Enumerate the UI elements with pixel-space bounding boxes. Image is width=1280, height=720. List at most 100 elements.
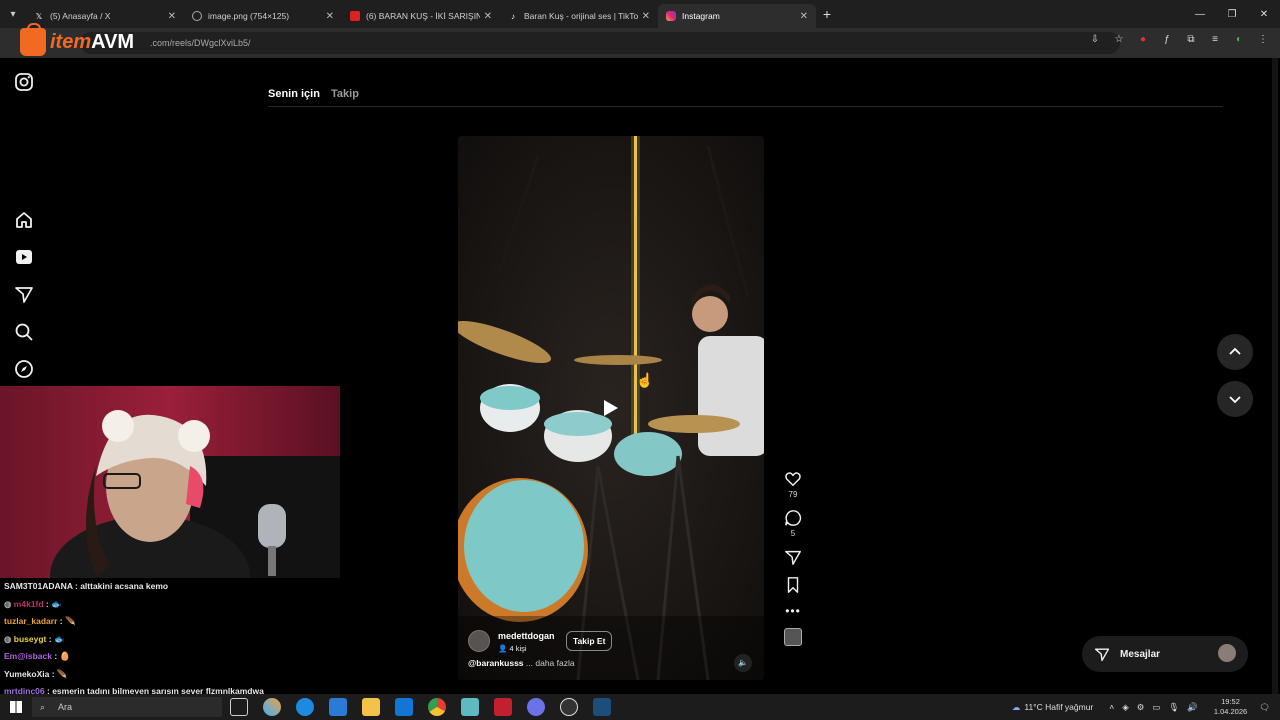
notification-icon[interactable]: 🗨: [1259, 702, 1270, 713]
reel-author-avatar[interactable]: [468, 630, 490, 652]
tab-search-icon[interactable]: ▾: [0, 0, 26, 28]
close-tab-icon[interactable]: ✕: [800, 11, 808, 22]
file-explorer-icon[interactable]: [362, 698, 380, 716]
tray-icon[interactable]: ◈: [1122, 702, 1129, 713]
heart-icon[interactable]: [784, 470, 802, 488]
video-editor-icon[interactable]: [494, 698, 512, 716]
comment-icon[interactable]: [784, 509, 802, 527]
tray-chevron-up-icon[interactable]: ˄: [1109, 702, 1114, 712]
outlook-icon[interactable]: [395, 698, 413, 716]
cursor-hand-icon: ☝: [636, 372, 654, 388]
caption-more[interactable]: ... daha fazla: [526, 658, 575, 668]
speaker-icon[interactable]: 🔊: [1187, 702, 1198, 713]
install-app-icon[interactable]: ⇩: [1088, 33, 1102, 47]
copilot-icon[interactable]: [263, 698, 281, 716]
tab-senin-icin[interactable]: Senin için: [268, 88, 320, 100]
close-tab-icon[interactable]: ✕: [642, 11, 650, 22]
direct-send-icon: [1094, 648, 1110, 662]
like-count: 79: [788, 490, 798, 499]
app-icon[interactable]: [461, 698, 479, 716]
chevron-up-icon: [1229, 347, 1241, 355]
globe-icon: [192, 11, 202, 21]
url-field[interactable]: .com/reels/DWgclXviLb5/: [80, 32, 1120, 54]
chat-message: SAM3T01ADANA : alttakini acsana kemo: [4, 581, 169, 591]
windows-taskbar: ⌕ Ara ☁ 11°C Hafif yağmur ˄ ◈ ⚙ ▭ 🎙 🔊 19…: [0, 694, 1280, 720]
search-icon: ⌕: [40, 702, 46, 712]
previous-reel-button[interactable]: [1217, 334, 1253, 370]
steam-icon[interactable]: [593, 698, 611, 716]
tab-instagram[interactable]: Instagram ✕: [658, 4, 816, 28]
instagram-logo-icon[interactable]: [14, 72, 34, 92]
network-icon[interactable]: ▭: [1152, 702, 1160, 713]
close-window-icon[interactable]: ✕: [1248, 0, 1280, 28]
reel-username[interactable]: medettdogan: [498, 631, 555, 641]
extension-icon[interactable]: ƒ: [1160, 33, 1174, 47]
system-tray: ☁ 11°C Hafif yağmur ˄ ◈ ⚙ ▭ 🎙 🔊 19:52 1.…: [1012, 694, 1270, 720]
share-send-icon[interactable]: [784, 548, 802, 566]
mute-icon[interactable]: 🔈: [734, 654, 752, 672]
new-tab-button[interactable]: +: [816, 6, 838, 22]
webcam-frame: [0, 386, 340, 578]
reels-icon[interactable]: [14, 247, 34, 267]
weather-text[interactable]: 11°C Hafif yağmur: [1024, 702, 1093, 712]
discord-icon[interactable]: [527, 698, 545, 716]
tab-youtube[interactable]: (6) BARAN KUŞ - İKİ SARIŞIN (C ✕: [342, 4, 500, 28]
tab-takip[interactable]: Takip: [331, 88, 359, 100]
search-icon[interactable]: [14, 322, 34, 342]
itemavm-logo-overlay: item AVM: [20, 23, 134, 56]
follow-button[interactable]: Takip Et: [566, 631, 613, 651]
store-icon[interactable]: [329, 698, 347, 716]
explore-compass-icon[interactable]: [14, 359, 34, 379]
weather-icon[interactable]: ☁: [1012, 702, 1021, 713]
caption-handle[interactable]: @barankusss: [468, 658, 524, 668]
extension-red-icon[interactable]: ●: [1136, 33, 1150, 47]
taskbar-search[interactable]: ⌕ Ara: [32, 697, 222, 717]
comment-action: 5: [780, 509, 806, 538]
menu-dots-icon[interactable]: ⋮: [1256, 33, 1270, 47]
more-action: •••: [780, 604, 806, 618]
tab-image[interactable]: image.png (754×125) ✕: [184, 4, 342, 28]
bookmark-star-icon[interactable]: ☆: [1112, 33, 1126, 47]
reel-caption[interactable]: @barankusss ... daha fazla: [468, 658, 575, 668]
save-action: [780, 576, 806, 594]
windows-start-icon[interactable]: [10, 701, 22, 713]
obs-icon[interactable]: [560, 698, 578, 716]
direct-send-icon[interactable]: [14, 284, 34, 304]
home-icon[interactable]: [14, 210, 34, 230]
tab-x[interactable]: 𝕏 (5) Anasayfa / X ✕: [26, 4, 184, 28]
edge-icon[interactable]: [296, 698, 314, 716]
puzzle-icon[interactable]: ⧉: [1184, 33, 1198, 47]
next-reel-button[interactable]: [1217, 381, 1253, 417]
reel-video[interactable]: ☝ medettdogan 👤 4 kişi Takip Et @baranku…: [458, 136, 764, 680]
minimize-icon[interactable]: —: [1184, 0, 1216, 28]
task-view-icon[interactable]: [230, 698, 248, 716]
badge-icon: ◍: [4, 598, 12, 609]
stream-chat: SAM3T01ADANA : alttakini acsana kemo ◍ m…: [0, 578, 340, 696]
instagram-icon: [666, 11, 676, 21]
close-tab-icon[interactable]: ✕: [484, 11, 492, 22]
media-icon[interactable]: ≡: [1208, 33, 1222, 47]
bookmark-icon[interactable]: [784, 576, 802, 594]
chrome-icon[interactable]: [428, 698, 446, 716]
more-dots-icon[interactable]: •••: [785, 604, 801, 618]
streamer-webcam: [0, 386, 340, 578]
reel-actions: 79 5 •••: [780, 470, 806, 656]
profile-icon[interactable]: ◐: [1232, 33, 1246, 47]
reel-followers-row: 👤 4 kişi: [498, 644, 527, 653]
messages-label: Mesajlar: [1120, 648, 1161, 660]
chat-message: YumekoXia : 🪶: [4, 668, 68, 679]
chat-message: ◍ buseygt : 🐟: [4, 633, 65, 644]
like-action: 79: [780, 470, 806, 499]
tab-tiktok[interactable]: ♪ Baran Kuş - orijinal ses | TikTok ✕: [500, 4, 658, 28]
youtube-icon: [350, 11, 360, 21]
close-tab-icon[interactable]: ✕: [168, 11, 176, 22]
audio-thumbnail-icon[interactable]: [784, 628, 802, 646]
scrollbar[interactable]: [1272, 58, 1278, 694]
close-tab-icon[interactable]: ✕: [326, 11, 334, 22]
play-icon[interactable]: [604, 400, 618, 416]
tray-icon[interactable]: ⚙: [1137, 702, 1145, 713]
restore-icon[interactable]: ❐: [1216, 0, 1248, 28]
messages-button[interactable]: Mesajlar: [1082, 636, 1248, 672]
clock[interactable]: 19:52 1.04.2026: [1214, 697, 1247, 717]
microphone-icon[interactable]: 🎙: [1168, 702, 1179, 713]
